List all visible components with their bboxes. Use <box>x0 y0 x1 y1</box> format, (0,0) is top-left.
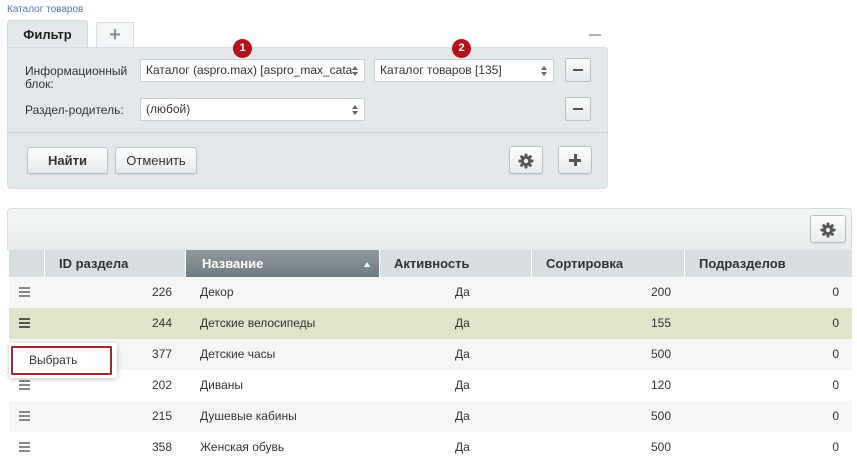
cell-active: Да <box>455 347 470 361</box>
table-row[interactable]: 215 Душевые кабины Да 500 0 <box>9 401 852 432</box>
iblock-type-select[interactable]: Каталог (aspro.max) [aspro_max_cata <box>140 59 365 82</box>
filter-divider <box>7 132 608 133</box>
cell-subsections-link[interactable]: 0 <box>687 370 839 401</box>
minus-icon <box>573 108 583 110</box>
remove-parent-filter-button[interactable] <box>565 97 591 121</box>
collapse-filter-icon[interactable] <box>589 34 601 36</box>
cell-sort: 500 <box>650 347 671 361</box>
cell-name-link[interactable]: Женская обувь <box>200 432 284 463</box>
plus-icon <box>569 154 581 166</box>
cell-name-link[interactable]: Душевые кабины <box>200 401 297 432</box>
select-arrows-icon <box>541 63 548 78</box>
select-arrows-icon <box>352 63 359 78</box>
column-subsections[interactable]: Подразделов <box>684 250 852 277</box>
cell-name-link[interactable]: Декор <box>200 277 234 308</box>
cell-active: Да <box>455 378 470 392</box>
add-filter-field-button[interactable] <box>558 146 592 174</box>
select-arrows-icon <box>352 102 359 117</box>
table-row[interactable]: 377 Детские часы Да 500 0 <box>9 339 852 370</box>
column-active[interactable]: Активность <box>379 250 531 277</box>
filter-settings-button[interactable] <box>509 146 543 174</box>
menu-icon[interactable] <box>19 318 30 328</box>
column-sort[interactable]: Сортировка <box>531 250 684 277</box>
iblock-value: Каталог товаров [135] <box>380 63 502 77</box>
cell-active: Да <box>455 440 470 454</box>
gear-icon <box>820 221 836 238</box>
annotation-badge-1: 1 <box>233 39 252 58</box>
cell-name-link[interactable]: Детские велосипеды <box>200 308 315 339</box>
minus-icon <box>573 69 583 71</box>
cell-subsections-link[interactable]: 0 <box>687 432 839 463</box>
parent-section-select[interactable]: (любой) <box>140 98 365 121</box>
column-actions <box>9 250 44 277</box>
menu-icon[interactable] <box>19 380 30 390</box>
cell-id: 244 <box>151 316 172 330</box>
grid-settings-button[interactable] <box>810 215 846 243</box>
parent-section-value: (любой) <box>146 102 191 116</box>
cell-subsections-link[interactable]: 0 <box>687 308 839 339</box>
cell-name-link[interactable]: Детские часы <box>200 339 275 370</box>
table-row[interactable]: 244 Детские велосипеды Да 155 0 <box>9 308 852 339</box>
annotation-badge-2: 2 <box>452 39 471 58</box>
cell-active: Да <box>455 285 470 299</box>
cell-id: 226 <box>151 285 172 299</box>
cell-id: 215 <box>151 409 172 423</box>
parent-section-label: Раздел-родитель: <box>25 103 124 117</box>
cell-sort: 500 <box>650 409 671 423</box>
cell-sort: 200 <box>650 285 671 299</box>
iblock-label: Информационный блок: <box>25 64 128 91</box>
menu-icon[interactable] <box>19 411 30 421</box>
find-button[interactable]: Найти <box>27 147 108 174</box>
menu-icon[interactable] <box>19 442 30 452</box>
cell-subsections-link[interactable]: 0 <box>687 401 839 432</box>
cell-subsections-link[interactable]: 0 <box>687 339 839 370</box>
cell-sort: 120 <box>650 378 671 392</box>
sort-asc-icon <box>364 262 370 267</box>
context-menu-select-item[interactable]: Выбрать <box>11 346 112 375</box>
menu-icon[interactable] <box>19 287 30 297</box>
grid-toolbar <box>7 208 852 250</box>
gear-icon <box>518 152 534 169</box>
cancel-button[interactable]: Отменить <box>115 147 197 174</box>
add-filter-tab-button[interactable]: + <box>96 22 134 49</box>
table-row[interactable]: 202 Диваны Да 120 0 <box>9 370 852 401</box>
table-row[interactable]: 358 Женская обувь Да 500 0 <box>9 432 852 463</box>
iblock-select[interactable]: Каталог товаров [135] <box>374 59 554 82</box>
grid-header: ID раздела Название Активность Сортировк… <box>9 250 852 277</box>
cell-id: 358 <box>151 440 172 454</box>
column-id[interactable]: ID раздела <box>44 250 185 277</box>
breadcrumb[interactable]: Каталог товаров <box>7 4 83 15</box>
cell-subsections-link[interactable]: 0 <box>687 277 839 308</box>
cell-active: Да <box>455 409 470 423</box>
cell-sort: 155 <box>650 316 671 330</box>
column-name-label: Название <box>202 256 264 271</box>
cell-active: Да <box>455 316 470 330</box>
table-row[interactable]: 226 Декор Да 200 0 <box>9 277 852 308</box>
column-name[interactable]: Название <box>185 250 379 277</box>
cell-sort: 500 <box>650 440 671 454</box>
remove-iblock-filter-button[interactable] <box>565 58 591 82</box>
iblock-type-value: Каталог (aspro.max) [aspro_max_cata <box>146 63 353 77</box>
cell-name-link[interactable]: Диваны <box>200 370 243 401</box>
tab-filter[interactable]: Фильтр <box>7 20 88 48</box>
